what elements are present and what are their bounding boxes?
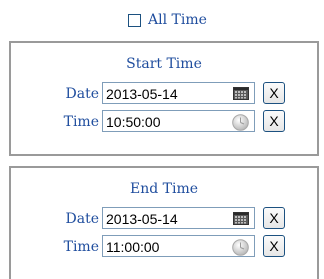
end-time-group: End Time Date 2013-05-14 X Time 11:00:00	[9, 166, 319, 279]
clock-icon[interactable]	[232, 239, 249, 256]
end-time-field[interactable]: 11:00:00	[102, 235, 255, 257]
calendar-icon[interactable]	[233, 212, 249, 225]
end-time-title: End Time	[129, 181, 199, 197]
start-time-title: Start Time	[126, 56, 202, 72]
clear-start-date-button[interactable]: X	[263, 82, 285, 104]
start-date-value: 2013-05-14	[106, 86, 178, 102]
all-time-label: All Time	[148, 12, 207, 28]
calendar-icon[interactable]	[233, 87, 249, 100]
clear-start-time-button[interactable]: X	[263, 110, 285, 132]
end-time-label: Time	[63, 239, 99, 255]
start-date-field[interactable]: 2013-05-14	[102, 82, 255, 104]
start-time-group: Start Time Date 2013-05-14 X Time 10:50:…	[9, 41, 319, 156]
start-time-row: Time 10:50:00 X	[11, 110, 317, 134]
clear-end-time-button[interactable]: X	[263, 235, 285, 257]
start-time-label: Time	[63, 114, 99, 130]
end-time-value: 11:00:00	[106, 239, 160, 255]
start-time-value: 10:50:00	[106, 114, 161, 130]
start-time-field[interactable]: 10:50:00	[102, 110, 255, 132]
end-date-value: 2013-05-14	[106, 211, 178, 227]
clear-end-date-button[interactable]: X	[263, 207, 285, 229]
all-time-checkbox[interactable]	[128, 13, 141, 27]
end-date-field[interactable]: 2013-05-14	[102, 207, 255, 229]
end-date-row: Date 2013-05-14 X	[11, 207, 317, 231]
start-date-label: Date	[65, 86, 99, 102]
all-time-option[interactable]: All Time	[128, 10, 207, 30]
end-date-label: Date	[65, 211, 99, 227]
end-time-row: Time 11:00:00 X	[11, 235, 317, 259]
clock-icon[interactable]	[232, 114, 249, 131]
start-date-row: Date 2013-05-14 X	[11, 82, 317, 106]
